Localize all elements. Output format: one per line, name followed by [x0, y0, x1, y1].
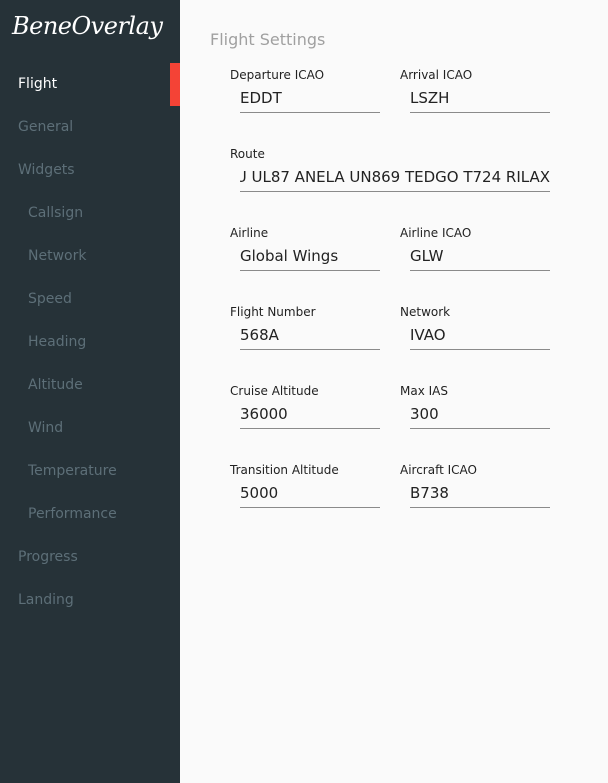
sidebar-item-flight[interactable]: Flight — [0, 63, 180, 106]
departure-icao-input[interactable] — [240, 84, 380, 113]
sidebar-item-label: Wind — [28, 420, 64, 436]
sidebar-item-label: Altitude — [28, 377, 83, 393]
aircraft-icao-input[interactable] — [410, 479, 550, 508]
sidebar-item-performance[interactable]: Performance — [0, 493, 180, 536]
sidebar-item-general[interactable]: General — [0, 106, 180, 149]
max-ias-input[interactable] — [410, 400, 550, 429]
route-input[interactable] — [240, 163, 550, 192]
airline-icao-input[interactable] — [410, 242, 550, 271]
transition-altitude-input[interactable] — [240, 479, 380, 508]
page-title: Flight Settings — [210, 30, 326, 49]
max-ias-label: Max IAS — [400, 384, 448, 398]
route-label: Route — [230, 147, 265, 161]
airline-icao-label: Airline ICAO — [400, 226, 472, 240]
sidebar-item-callsign[interactable]: Callsign — [0, 192, 180, 235]
sidebar-item-label: Temperature — [28, 463, 117, 479]
sidebar-item-speed[interactable]: Speed — [0, 278, 180, 321]
sidebar-item-label: Callsign — [28, 205, 84, 221]
sidebar-item-label: Performance — [28, 506, 117, 522]
sidebar-item-wind[interactable]: Wind — [0, 407, 180, 450]
sidebar-item-landing[interactable]: Landing — [0, 579, 180, 622]
flight-number-label: Flight Number — [230, 305, 316, 319]
airline-label: Airline — [230, 226, 269, 240]
sidebar-item-label: General — [18, 119, 74, 135]
sidebar-item-label: Speed — [28, 291, 72, 307]
transition-altitude-label: Transition Altitude — [230, 463, 339, 477]
sidebar: BeneOverlay Flight General Widgets Calls… — [0, 0, 180, 783]
departure-icao-label: Departure ICAO — [230, 68, 325, 82]
sidebar-item-network[interactable]: Network — [0, 235, 180, 278]
network-label: Network — [400, 305, 451, 319]
flight-number-input[interactable] — [240, 321, 380, 350]
cruise-altitude-label: Cruise Altitude — [230, 384, 319, 398]
sidebar-item-label: Progress — [18, 549, 78, 565]
active-indicator — [170, 63, 180, 106]
arrival-icao-label: Arrival ICAO — [400, 68, 473, 82]
app-logo: BeneOverlay — [12, 12, 163, 40]
sidebar-item-altitude[interactable]: Altitude — [0, 364, 180, 407]
arrival-icao-input[interactable] — [410, 84, 550, 113]
sidebar-item-label: Landing — [18, 592, 74, 608]
sidebar-item-label: Heading — [28, 334, 87, 350]
airline-input[interactable] — [240, 242, 380, 271]
network-input[interactable] — [410, 321, 550, 350]
sidebar-item-heading[interactable]: Heading — [0, 321, 180, 364]
sidebar-item-progress[interactable]: Progress — [0, 536, 180, 579]
aircraft-icao-label: Aircraft ICAO — [400, 463, 477, 477]
sidebar-item-label: Widgets — [18, 162, 75, 178]
sidebar-item-widgets[interactable]: Widgets — [0, 149, 180, 192]
sidebar-item-label: Flight — [18, 76, 58, 92]
sidebar-item-label: Network — [28, 248, 87, 264]
sidebar-item-temperature[interactable]: Temperature — [0, 450, 180, 493]
cruise-altitude-input[interactable] — [240, 400, 380, 429]
